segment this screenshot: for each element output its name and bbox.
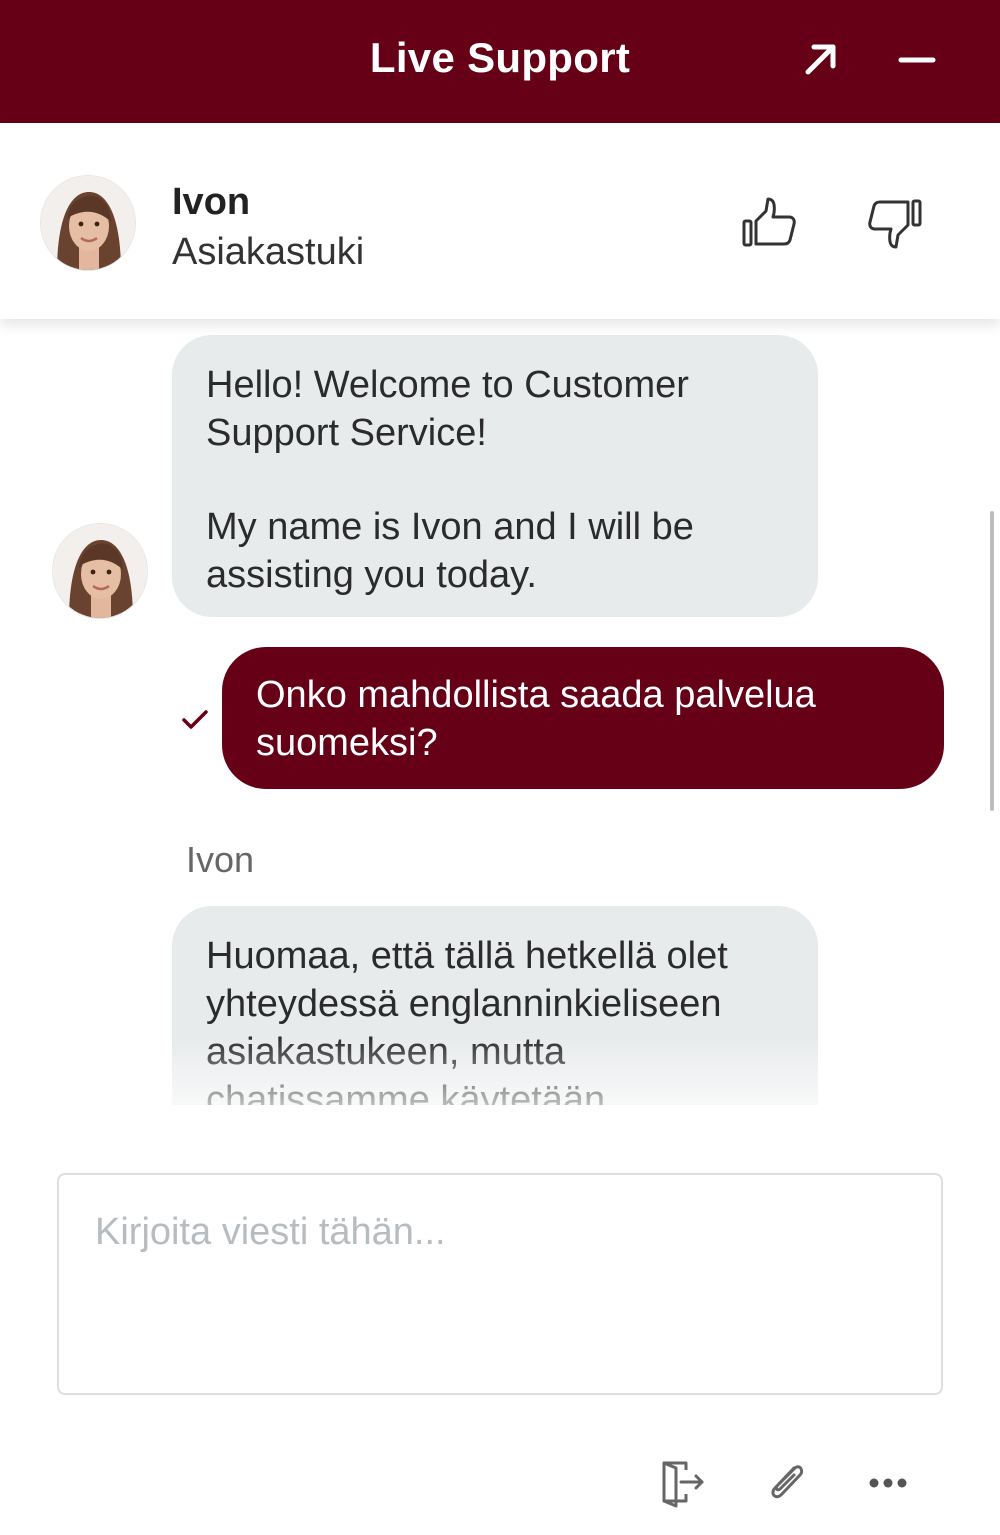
message-sender-name: Ivon xyxy=(186,839,255,880)
chat-title: Live Support xyxy=(369,34,631,81)
agent-message: Hello! Welcome to Customer Support Servi… xyxy=(172,335,818,617)
thumbs-up-icon xyxy=(742,197,796,247)
minimize-button[interactable] xyxy=(896,38,938,80)
thumbs-down-icon xyxy=(868,199,922,249)
more-options-button[interactable] xyxy=(862,1456,914,1508)
message-list[interactable]: Hello! Welcome to Customer Support Servi… xyxy=(0,319,1000,1105)
message-paragraph: My name is Ivon and I will be assisting … xyxy=(206,506,694,596)
more-horizontal-icon xyxy=(869,1478,907,1488)
message-scrollbar[interactable] xyxy=(990,511,994,811)
agent-message: Huomaa, että tällä hetkellä olet yhteyde… xyxy=(172,906,818,1105)
message-text: Huomaa, että tällä hetkellä olet yhteyde… xyxy=(206,935,728,1105)
agent-department: Asiakastuki xyxy=(172,231,365,273)
exit-icon xyxy=(662,1461,704,1508)
agent-message-avatar xyxy=(52,523,148,619)
agent-avatar xyxy=(40,175,136,271)
rate-positive-button[interactable] xyxy=(740,193,800,253)
chat-header: Live Support xyxy=(0,0,1000,123)
agent-bar: Ivon Asiakastuki xyxy=(0,123,1000,319)
rate-negative-button[interactable] xyxy=(864,193,924,253)
attach-file-button[interactable] xyxy=(760,1456,812,1508)
user-message: Onko mahdollista saada palvelua suomeksi… xyxy=(222,647,944,789)
minus-icon xyxy=(898,57,936,63)
paperclip-icon xyxy=(771,1465,804,1499)
agent-name: Ivon xyxy=(172,181,251,223)
arrow-up-right-icon xyxy=(805,44,836,75)
end-chat-button[interactable] xyxy=(656,1456,708,1508)
message-paragraph: Hello! Welcome to Customer Support Servi… xyxy=(206,364,689,454)
popout-button[interactable] xyxy=(800,38,842,80)
checkmark-icon xyxy=(182,710,208,729)
message-input[interactable] xyxy=(57,1173,943,1395)
